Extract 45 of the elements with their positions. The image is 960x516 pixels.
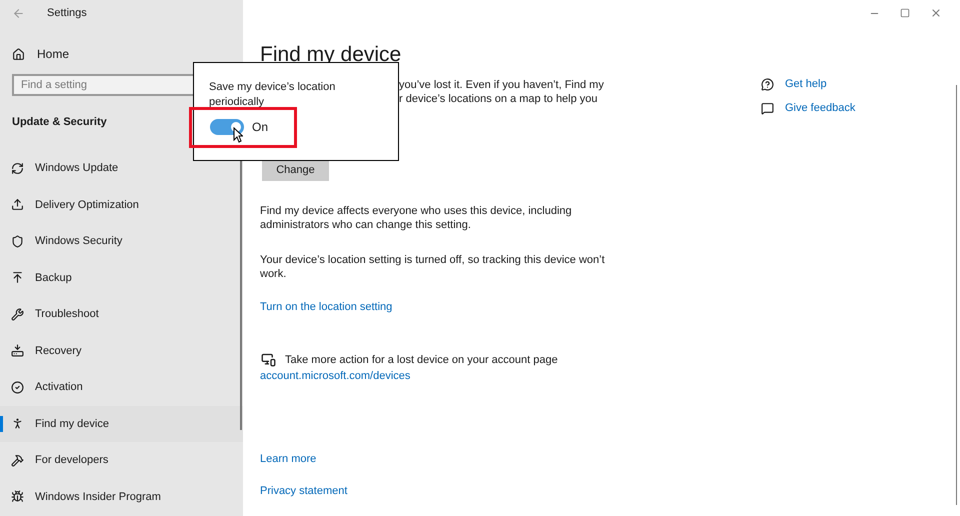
related-link[interactable]: Get help	[785, 76, 827, 92]
section-heading: Update & Security	[12, 115, 107, 128]
back-icon[interactable]	[12, 6, 25, 20]
arrow-up-icon	[11, 271, 24, 284]
devices-icon	[260, 352, 277, 368]
sidebar-item[interactable]: Windows Insider Program	[0, 478, 243, 515]
drive-icon	[11, 344, 24, 358]
change-button[interactable]: Change	[262, 159, 329, 181]
footer-link[interactable]: Learn more	[260, 450, 316, 467]
shield-icon	[11, 234, 24, 248]
description-text: r device’s locations on a map to help you	[399, 92, 598, 106]
wrench-icon	[11, 308, 24, 321]
info-text: Your device’s location setting is turned off, so tracking this device won’t work.	[260, 253, 605, 281]
sidebar-item[interactable]: Recovery	[0, 332, 243, 369]
close-icon[interactable]	[930, 7, 942, 19]
cursor-icon	[233, 127, 243, 143]
info-text: Find my device affects everyone who uses this device, including administrators who can change this setting.	[260, 204, 573, 232]
feedback-icon	[761, 102, 774, 114]
check-circle-icon	[11, 380, 24, 394]
refresh-icon	[11, 162, 24, 175]
sidebar-item[interactable]: Delivery Optimization	[0, 186, 243, 223]
footer-link[interactable]: Privacy statement	[260, 483, 348, 500]
toggle-switch[interactable]	[210, 119, 244, 135]
sidebar-item[interactable]: Windows Update	[0, 150, 243, 186]
home-icon	[12, 48, 25, 60]
window-title: Settings	[47, 6, 87, 21]
hammer-icon	[11, 454, 24, 467]
sidebar-item[interactable]: Windows Security	[0, 223, 243, 260]
location-link[interactable]: Turn on the location setting	[260, 299, 392, 316]
maximize-icon[interactable]	[900, 8, 910, 18]
account-text: Take more action for a lost device on your account page	[285, 352, 558, 368]
account-link[interactable]: account.microsoft.com/devices	[260, 368, 410, 384]
sidebar-item[interactable]: For developers	[0, 442, 243, 478]
sidebar-item[interactable]: Find my device	[0, 406, 243, 442]
help-icon	[761, 78, 774, 90]
person-icon	[11, 417, 24, 430]
bug-icon	[11, 490, 24, 504]
related-link[interactable]: Give feedback	[785, 100, 856, 116]
description-text: you’ve lost it. Even if you haven’t, Find my	[399, 78, 604, 92]
sidebar-item[interactable]: Backup	[0, 260, 243, 296]
sidebar-item[interactable]: Activation	[0, 369, 243, 406]
sidebar-item[interactable]: Troubleshoot	[0, 296, 243, 332]
toggle-state: On	[252, 119, 268, 136]
home-link[interactable]: Home	[0, 42, 243, 66]
upload-icon	[11, 198, 24, 212]
